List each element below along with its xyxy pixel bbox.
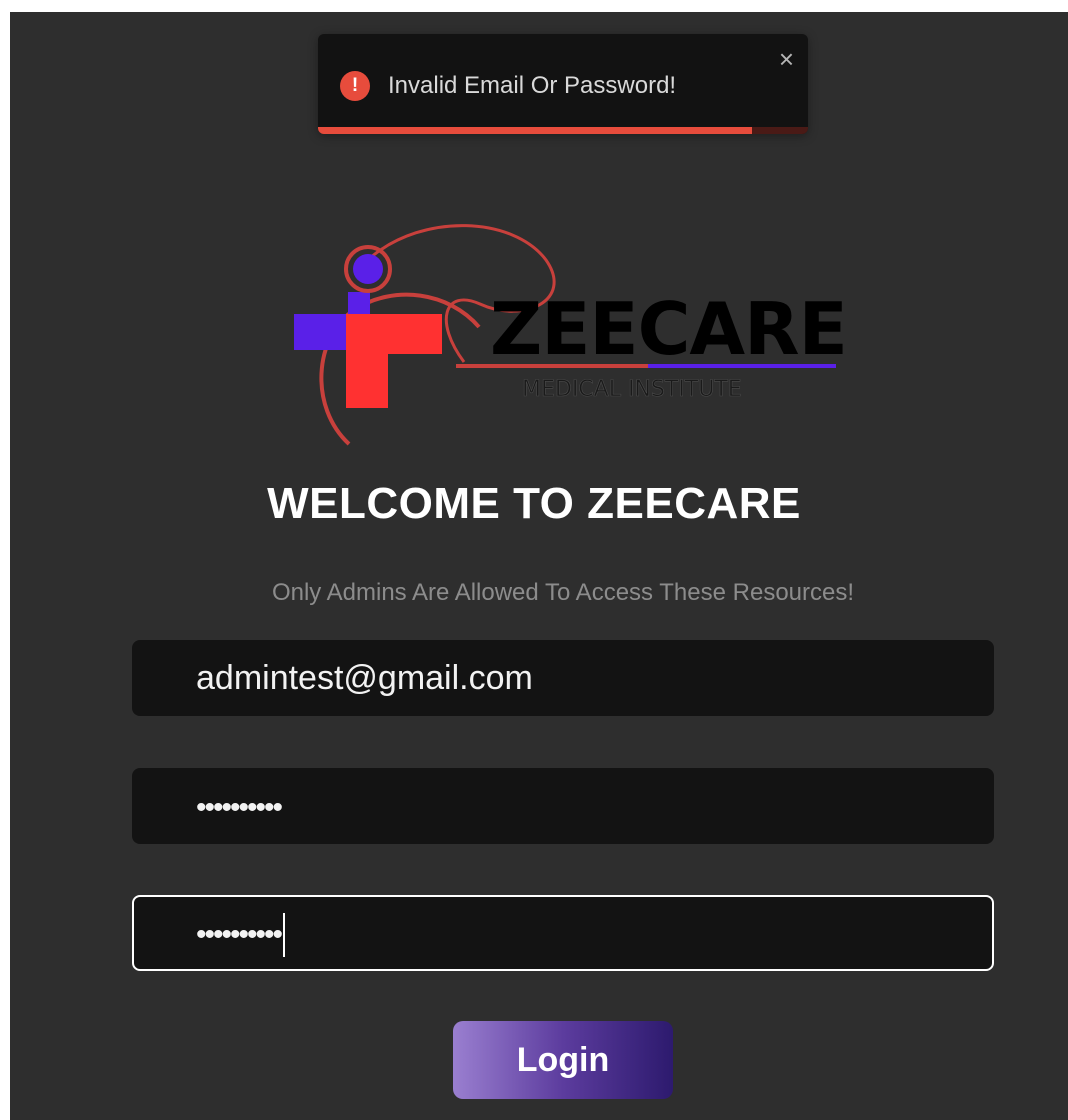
logo-underline-purple [648, 364, 836, 368]
close-icon[interactable]: × [779, 46, 794, 72]
password-value: •••••••••• [196, 791, 283, 824]
logo-dot [353, 254, 383, 284]
error-toast: ! Invalid Email Or Password! × [318, 34, 808, 134]
confirm-password-value: •••••••••• [196, 918, 283, 951]
toast-message: Invalid Email Or Password! [388, 72, 677, 99]
login-button[interactable]: Login [453, 1021, 673, 1099]
page-title: WELCOME TO ZEECARE [267, 479, 801, 528]
zeecare-logo: ZEECARE MEDICAL INSTITUTE [294, 224, 844, 446]
email-field[interactable]: admintest@gmail.com [132, 640, 994, 716]
page-subtitle: Only Admins Are Allowed To Access These … [271, 579, 855, 606]
password-field[interactable]: •••••••••• [132, 768, 994, 844]
text-caret [283, 913, 286, 958]
error-icon: ! [340, 71, 370, 101]
logo-brand-text: ZEECARE [490, 287, 844, 371]
logo-underline-red [456, 364, 648, 368]
logo-red-cross-v [346, 314, 388, 408]
email-value: admintest@gmail.com [196, 659, 533, 697]
toast-progress-track [318, 127, 808, 134]
toast-progress-bar [318, 127, 752, 134]
confirm-password-field[interactable]: •••••••••• [132, 895, 994, 971]
logo-tagline: MEDICAL INSTITUTE [522, 377, 742, 402]
